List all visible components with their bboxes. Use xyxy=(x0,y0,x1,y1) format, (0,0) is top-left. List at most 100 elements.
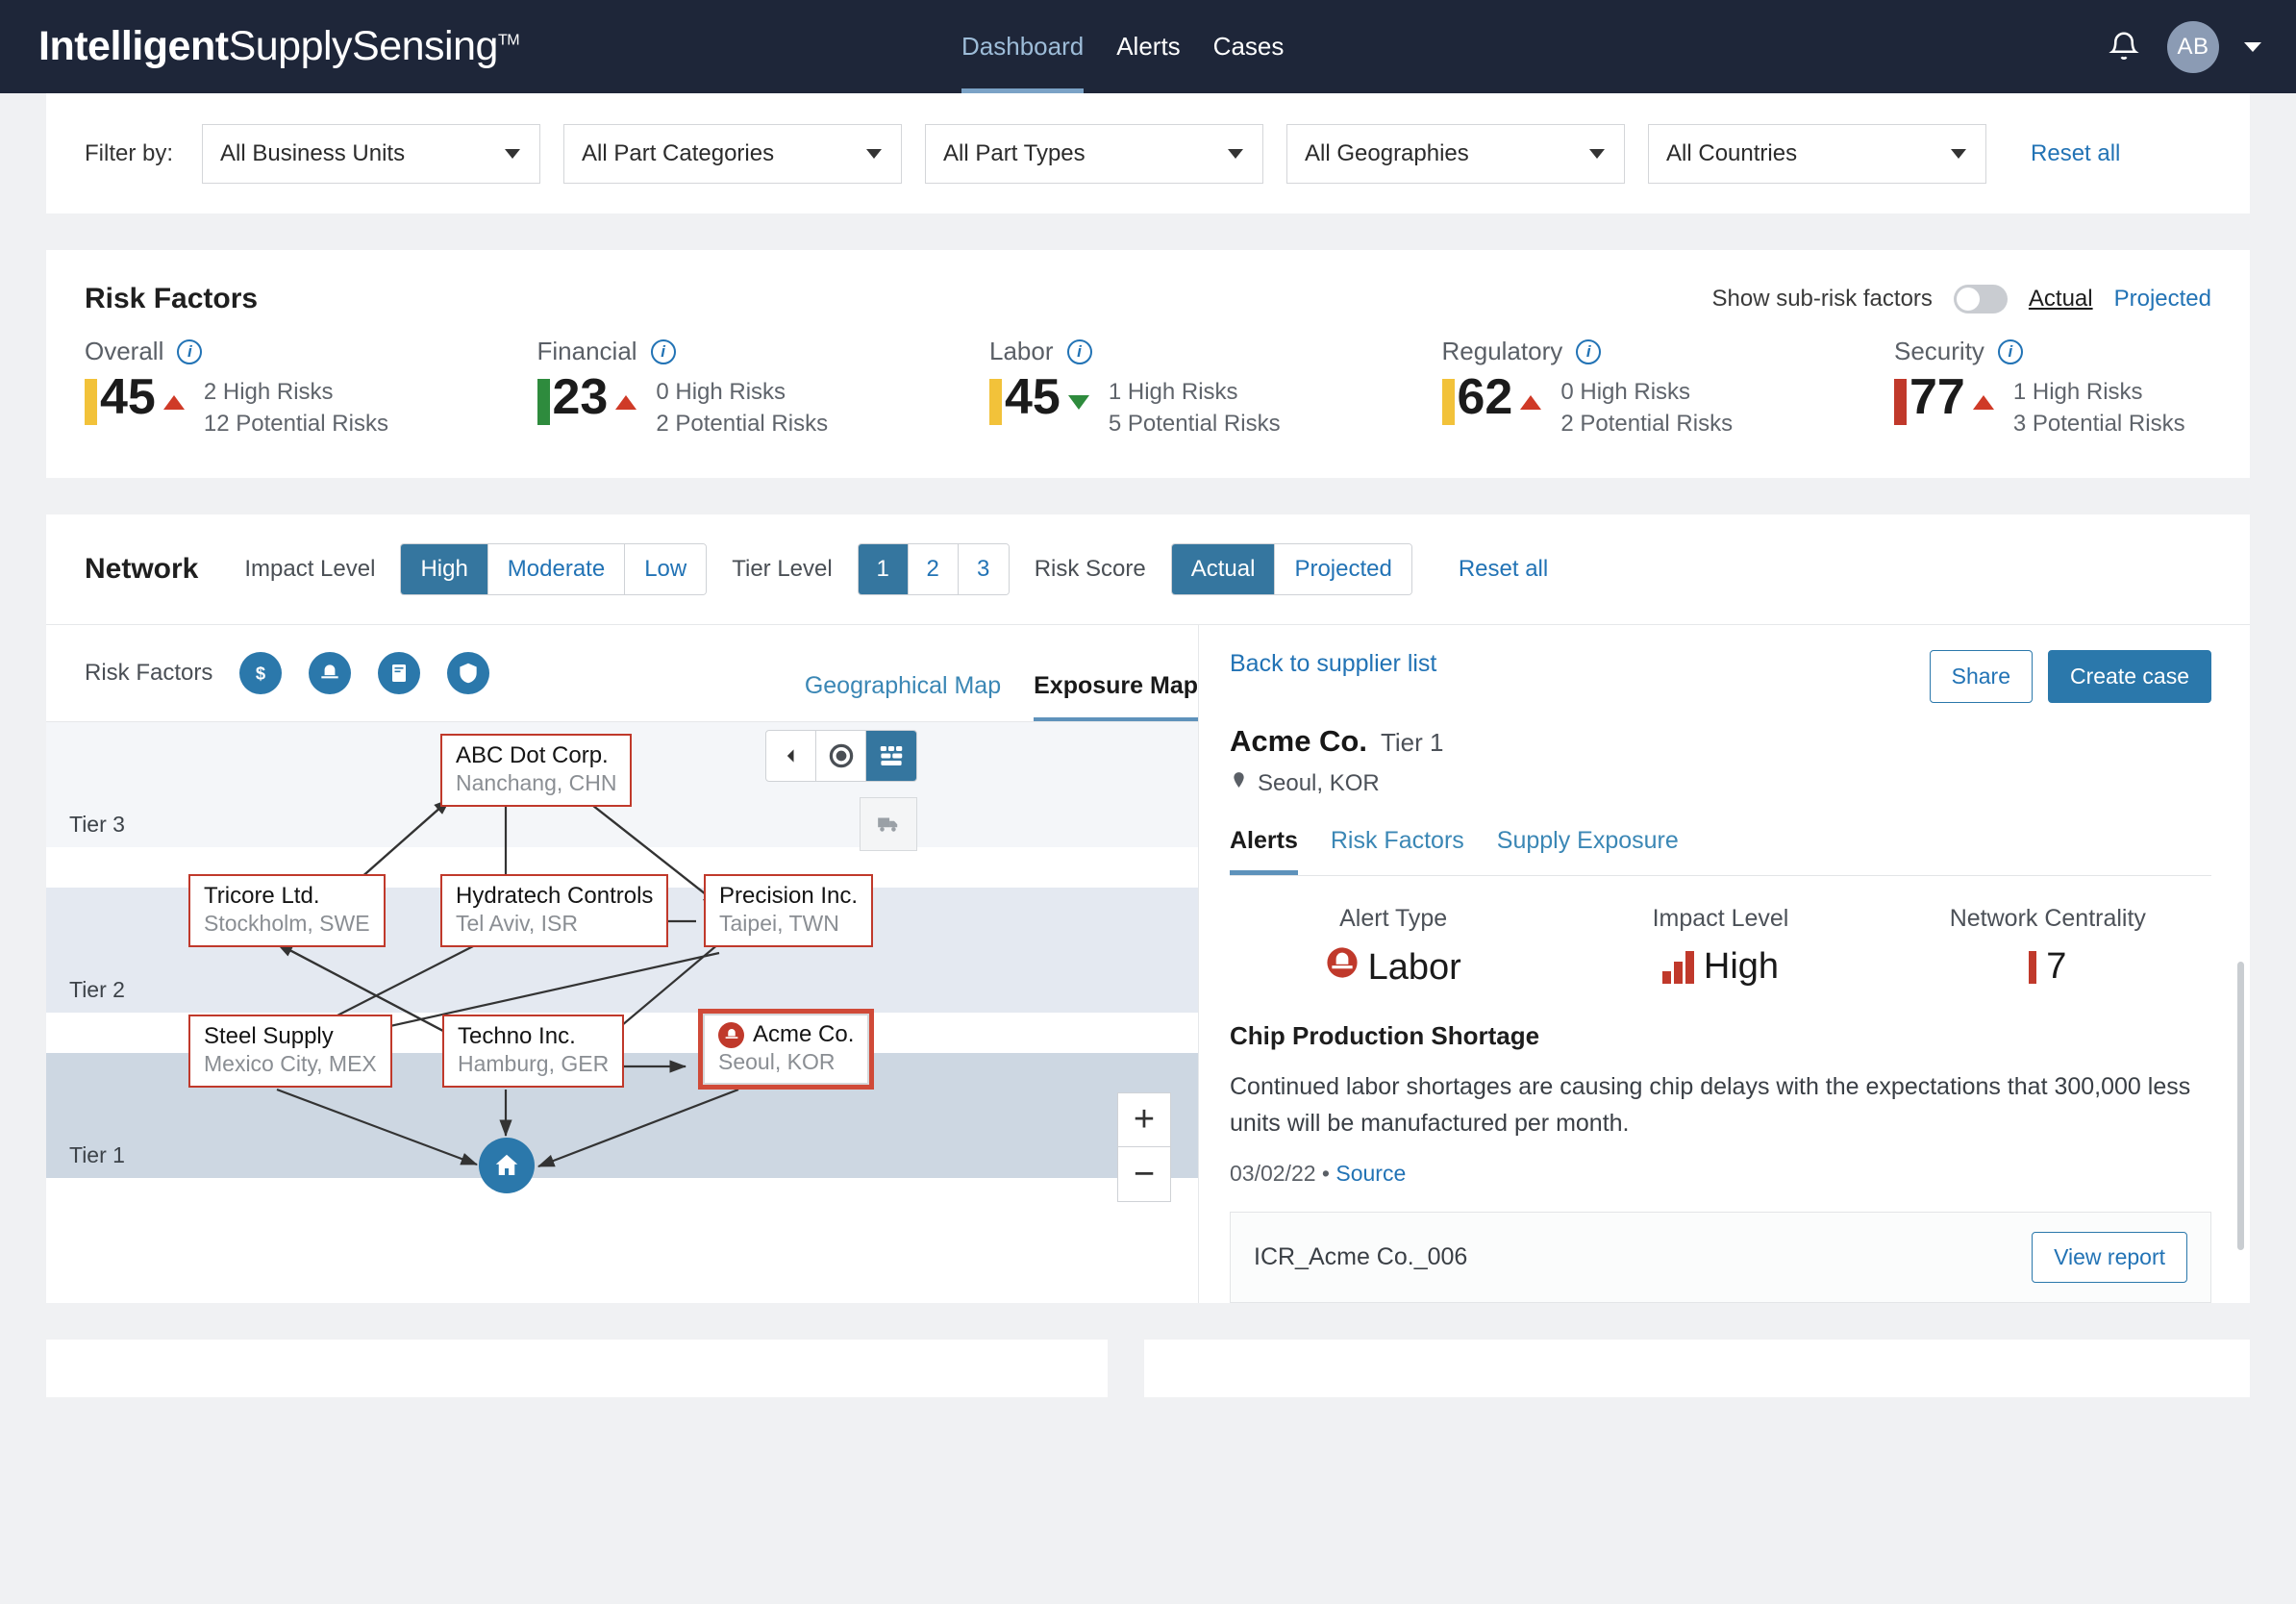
alert-date: 03/02/22 xyxy=(1230,1161,1316,1186)
network-reset-all[interactable]: Reset all xyxy=(1459,556,1548,583)
logo-bold: Intelligent xyxy=(38,23,229,69)
info-icon[interactable]: i xyxy=(177,338,203,364)
radial-layout-icon[interactable] xyxy=(816,731,866,781)
network-node[interactable]: Precision Inc. Taipei, TWN xyxy=(704,874,874,948)
risk-factor-name-row: Labor i xyxy=(989,337,1442,366)
detail-tabs: Alerts Risk Factors Supply Exposure xyxy=(1230,827,2211,876)
info-icon[interactable]: i xyxy=(1066,338,1092,364)
risk-view-projected[interactable]: Projected xyxy=(2114,286,2211,313)
exposure-map-diagram[interactable]: Tier 3 Tier 2 Tier 1 ABC Dot Corp. Nanch… xyxy=(46,721,1198,1223)
supplier-tier: Tier 1 xyxy=(1380,728,1444,757)
map-tabs: Geographical Map Exposure Map xyxy=(805,672,1198,722)
create-case-button[interactable]: Create case xyxy=(2047,650,2211,703)
stat-header: Impact Level xyxy=(1652,905,1789,932)
risk-factor-security[interactable]: Security i 77 1 High Risks 3 Potential R… xyxy=(1894,337,2211,439)
tab-risk-factors[interactable]: Risk Factors xyxy=(1331,827,1464,875)
chevron-down-icon[interactable] xyxy=(2244,41,2261,52)
risk-factor-label: Financial xyxy=(537,337,637,365)
risk-factor-body: 77 1 High Risks 3 Potential Risks xyxy=(1894,370,2211,439)
risk-counts: 0 High Risks 2 Potential Risks xyxy=(1560,370,1733,439)
tab-exposure-map[interactable]: Exposure Map xyxy=(1034,672,1198,722)
info-icon[interactable]: i xyxy=(650,338,676,364)
home-node-icon[interactable] xyxy=(479,1138,535,1193)
network-node-selected[interactable]: Acme Co. Seoul, KOR xyxy=(698,1009,875,1090)
info-icon[interactable]: i xyxy=(1997,338,2023,364)
centrality-bar-icon xyxy=(2029,950,2037,984)
tab-geographical-map[interactable]: Geographical Map xyxy=(805,672,1001,722)
filter-geographies[interactable]: All Geographies xyxy=(1286,123,1626,184)
nav-item-alerts[interactable]: Alerts xyxy=(1116,0,1180,93)
chevron-down-icon xyxy=(505,148,521,159)
logo-normal: SupplySensing xyxy=(228,23,499,69)
impact-level-label: Impact Level xyxy=(244,556,376,582)
nav-item-cases[interactable]: Cases xyxy=(1213,0,1285,93)
supplier-location-row: Seoul, KOR xyxy=(1230,768,2211,798)
filter-part-types[interactable]: All Part Types xyxy=(925,123,1264,184)
impact-option-low[interactable]: Low xyxy=(625,544,707,594)
node-location: Nanchang, CHN xyxy=(456,769,617,795)
nav-item-dashboard[interactable]: Dashboard xyxy=(961,0,1085,93)
back-to-supplier-list-link[interactable]: Back to supplier list xyxy=(1230,650,1436,678)
node-location: Stockholm, SWE xyxy=(204,910,370,936)
supplier-name-row: Acme Co. Tier 1 xyxy=(1230,724,2211,759)
sub-risk-factors-toggle[interactable] xyxy=(1953,285,2008,313)
collapse-panel-icon[interactable] xyxy=(766,731,816,781)
alert-title: Chip Production Shortage xyxy=(1230,1021,1540,1050)
stat-header: Network Centrality xyxy=(1949,905,2146,932)
risk-score: 77 xyxy=(1909,369,1965,425)
chevron-down-icon xyxy=(1589,148,1606,159)
risk-factor-regulatory[interactable]: Regulatory i 62 0 High Risks 2 Potential… xyxy=(1441,337,1895,439)
filters-reset-all[interactable]: Reset all xyxy=(2031,140,2120,167)
alert-source-link[interactable]: Source xyxy=(1335,1161,1406,1186)
risk-factor-labor[interactable]: Labor i 45 1 High Risks 5 Potential Risk… xyxy=(989,337,1442,439)
filter-business-units[interactable]: All Business Units xyxy=(202,123,541,184)
hardhat-icon[interactable] xyxy=(309,652,352,694)
risk-level-bar xyxy=(1894,379,1907,425)
high-risks: 2 High Risks xyxy=(203,379,334,405)
high-risks: 0 High Risks xyxy=(1560,379,1691,405)
tier-option-2[interactable]: 2 xyxy=(908,544,959,594)
network-node[interactable]: Hydratech Controls Tel Aviv, ISR xyxy=(440,874,669,948)
tier-option-1[interactable]: 1 xyxy=(858,544,909,594)
risk-factor-name-row: Overall i xyxy=(85,337,537,366)
network-node[interactable]: ABC Dot Corp. Nanchang, CHN xyxy=(440,734,633,808)
network-node[interactable]: Steel Supply Mexico City, MEX xyxy=(188,1015,392,1089)
bell-icon[interactable] xyxy=(2106,28,2142,66)
zoom-in-button[interactable]: + xyxy=(1118,1093,1170,1147)
risk-view-actual[interactable]: Actual xyxy=(2029,286,2093,313)
zoom-out-button[interactable]: − xyxy=(1118,1147,1170,1201)
avatar[interactable]: AB xyxy=(2167,20,2219,73)
filter-part-categories-value: All Part Categories xyxy=(582,139,775,166)
shipment-truck-icon[interactable] xyxy=(860,797,917,851)
map-pane: Risk Factors $ Geographical Map Exposure… xyxy=(46,625,1198,1303)
tab-alerts[interactable]: Alerts xyxy=(1230,827,1298,875)
header-actions: AB xyxy=(2106,0,2261,93)
chevron-down-icon xyxy=(1228,148,1244,159)
document-icon[interactable] xyxy=(378,652,421,694)
view-report-button[interactable]: View report xyxy=(2032,1232,2187,1283)
info-icon[interactable]: i xyxy=(1576,338,1602,364)
toggle-knob xyxy=(1956,288,1980,311)
tab-supply-exposure[interactable]: Supply Exposure xyxy=(1497,827,1679,875)
risk-factor-financial[interactable]: Financial i 23 0 High Risks 2 Potential … xyxy=(537,337,990,439)
filter-countries[interactable]: All Countries xyxy=(1648,123,1987,184)
risk-score-option-projected[interactable]: Projected xyxy=(1275,544,1411,594)
node-name: Tricore Ltd. xyxy=(204,883,320,909)
shield-icon[interactable] xyxy=(447,652,490,694)
network-node[interactable]: Techno Inc. Hamburg, GER xyxy=(442,1015,625,1089)
hierarchy-layout-icon[interactable] xyxy=(866,731,916,781)
risk-factor-overall[interactable]: Overall i 45 2 High Risks 12 Potential R… xyxy=(85,337,537,439)
high-risks: 1 High Risks xyxy=(2012,379,2143,405)
network-node[interactable]: Tricore Ltd. Stockholm, SWE xyxy=(188,874,386,948)
impact-option-moderate[interactable]: Moderate xyxy=(487,544,626,594)
logo-trademark: TM xyxy=(497,32,520,49)
tier-option-3[interactable]: 3 xyxy=(958,544,1009,594)
dollar-icon[interactable]: $ xyxy=(239,652,283,694)
node-name-row: Acme Co. xyxy=(718,1021,854,1049)
detail-scrollbar[interactable] xyxy=(2237,962,2244,1250)
filter-part-categories[interactable]: All Part Categories xyxy=(563,123,903,184)
impact-option-high[interactable]: High xyxy=(401,544,488,594)
risk-score-option-actual[interactable]: Actual xyxy=(1171,544,1276,594)
share-button[interactable]: Share xyxy=(1929,650,2033,703)
node-name: Acme Co. xyxy=(753,1021,855,1047)
